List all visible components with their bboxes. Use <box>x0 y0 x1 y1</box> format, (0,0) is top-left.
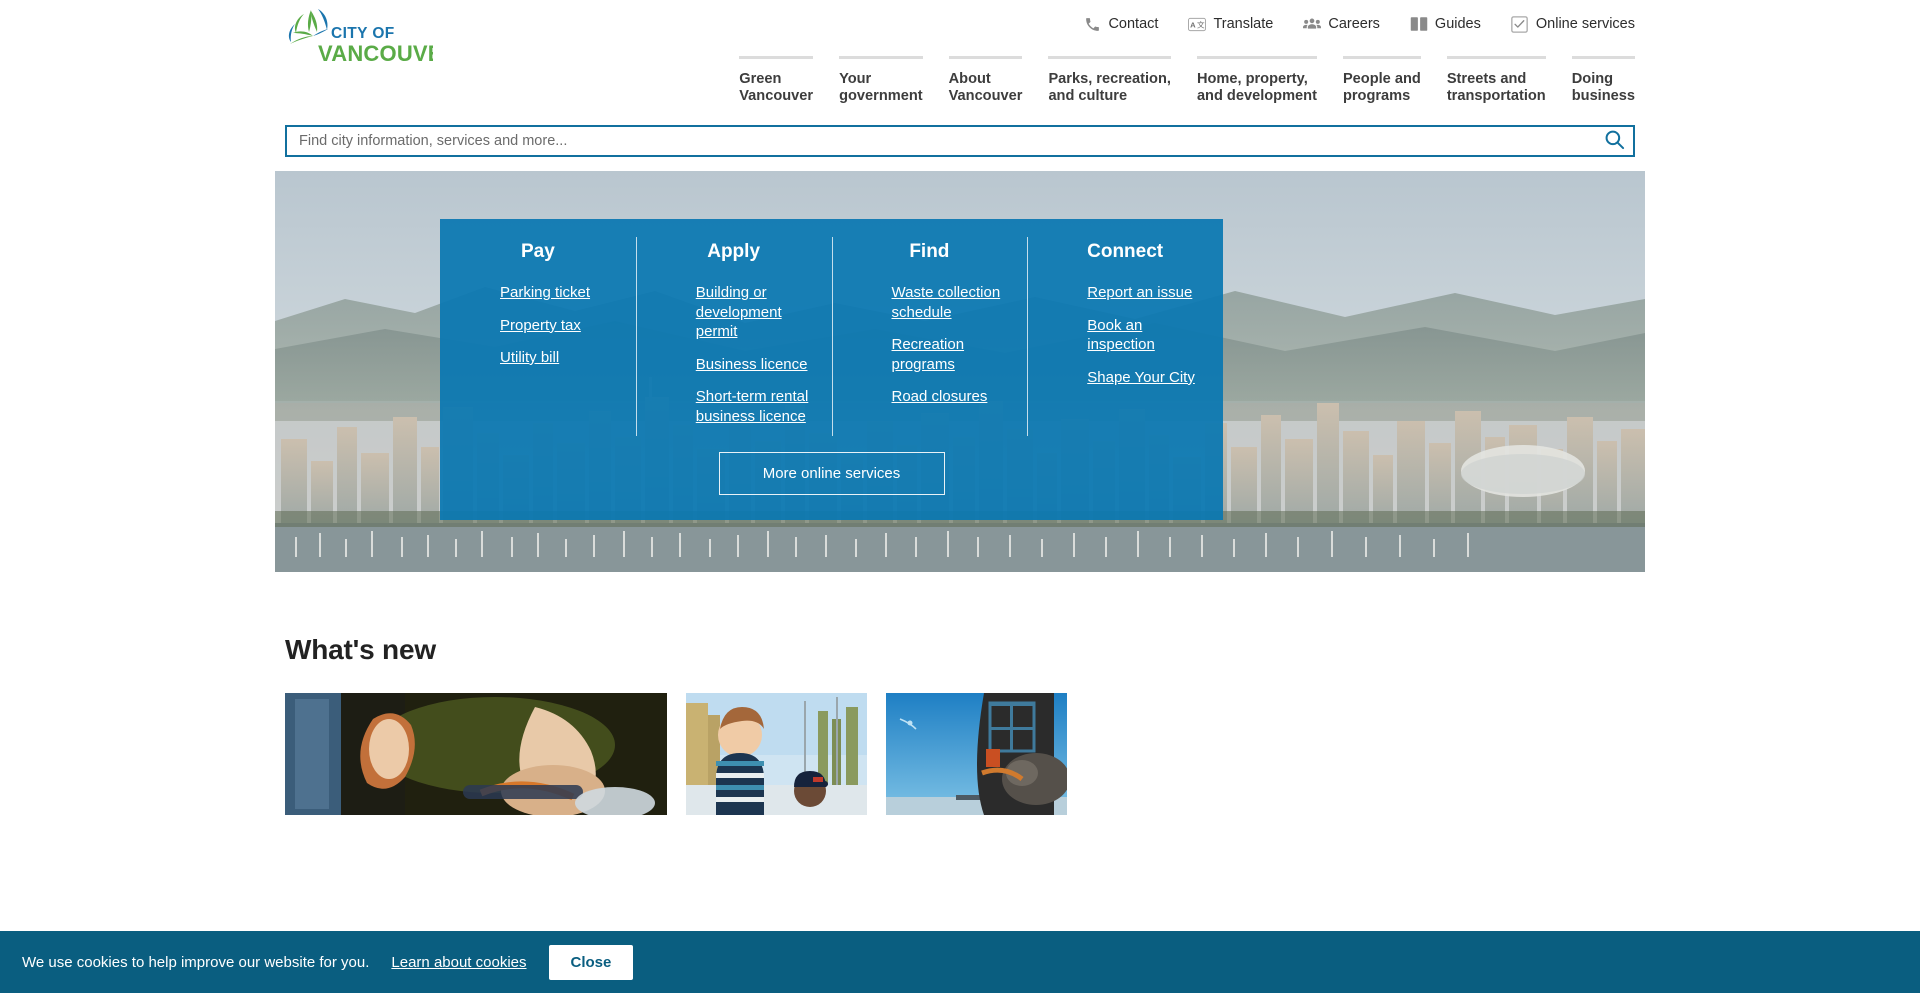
card-image-construction-equipment-blue-sky <box>886 693 1067 815</box>
svg-text:A: A <box>1191 20 1197 29</box>
main-navigation: Green Vancouver Your government About Va… <box>275 56 1645 111</box>
quick-services-column-pay: Pay Parking ticket Property tax Utility … <box>440 241 636 426</box>
utility-label-careers: Careers <box>1328 16 1380 32</box>
phone-icon <box>1083 15 1101 33</box>
nav-item-about-vancouver[interactable]: About Vancouver <box>948 56 1023 111</box>
column-title-find: Find <box>909 241 950 262</box>
whats-new-card-3[interactable] <box>886 693 1067 815</box>
link-waste-collection-schedule[interactable]: Waste collection schedule <box>892 283 1014 322</box>
link-road-closures[interactable]: Road closures <box>892 387 1014 407</box>
utility-label-guides: Guides <box>1434 16 1481 32</box>
utility-item-contact[interactable]: Contact <box>1083 15 1158 33</box>
whats-new-title: What's new <box>285 634 436 665</box>
link-short-term-rental-business-licence[interactable]: Short-term rental business licence <box>696 387 818 426</box>
quick-services-column-connect: Connect Report an issue Book an inspecti… <box>1027 237 1223 436</box>
search-row <box>275 111 1645 157</box>
utility-item-careers[interactable]: Careers <box>1303 15 1380 33</box>
quick-services-panel: Pay Parking ticket Property tax Utility … <box>440 219 1223 520</box>
quick-services-columns: Pay Parking ticket Property tax Utility … <box>440 219 1223 436</box>
nav-label-doing-business: Doing business <box>1571 71 1635 104</box>
card-image-person-cycling-outdoors <box>285 693 667 815</box>
nav-item-people-and-programs[interactable]: People and programs <box>1342 56 1421 111</box>
logo-text-city-of: CITY OF <box>331 25 395 42</box>
whats-new-card-1[interactable] <box>285 693 667 815</box>
learn-about-cookies-link[interactable]: Learn about cookies <box>391 954 526 971</box>
utility-item-online-services[interactable]: Online services <box>1511 15 1635 33</box>
column-links-find: Waste collection schedule Recreation pro… <box>846 283 1014 407</box>
logo-text-vancouver: VANCOUVER <box>318 41 433 66</box>
cookie-banner: We use cookies to help improve our websi… <box>0 931 1920 993</box>
utility-label-online-services: Online services <box>1535 16 1635 32</box>
hero-section: Pay Parking ticket Property tax Utility … <box>275 171 1645 572</box>
utility-label-translate: Translate <box>1213 16 1274 32</box>
quick-services-column-find: Find Waste collection schedule Recreatio… <box>831 237 1028 436</box>
nav-label-home-property-and-development: Home, property, and development <box>1196 71 1317 104</box>
column-links-connect: Report an issue Book an inspection Shape… <box>1041 283 1209 387</box>
column-title-pay: Pay <box>520 241 555 262</box>
nav-item-green-vancouver[interactable]: Green Vancouver <box>739 56 814 111</box>
link-book-an-inspection[interactable]: Book an inspection <box>1087 316 1209 355</box>
cookie-message: We use cookies to help improve our websi… <box>22 953 370 971</box>
translate-icon: A文 <box>1188 15 1207 33</box>
nav-label-people-and-programs: People and programs <box>1342 71 1421 104</box>
people-icon <box>1303 15 1322 33</box>
column-title-connect: Connect <box>1087 241 1164 262</box>
utility-nav: Contact A文 Translate Careers Guides Onli… <box>275 0 1645 48</box>
utility-item-translate[interactable]: A文 Translate <box>1188 15 1273 33</box>
column-links-apply: Building or development permit Business … <box>650 283 818 426</box>
search-box[interactable] <box>285 125 1635 157</box>
search-icon <box>1604 129 1625 153</box>
nav-label-about-vancouver: About Vancouver <box>948 71 1023 104</box>
search-input[interactable] <box>287 127 1595 155</box>
checkbox-tablet-icon <box>1511 15 1529 33</box>
cookie-close-button[interactable]: Close <box>548 944 634 980</box>
nav-item-streets-and-transportation[interactable]: Streets and transportation <box>1446 56 1546 111</box>
link-business-licence[interactable]: Business licence <box>696 355 818 375</box>
card-image-child-in-striped-sweater-outdoors <box>686 693 867 815</box>
whats-new-card-2[interactable] <box>686 693 867 815</box>
nav-label-green-vancouver: Green Vancouver <box>739 71 814 104</box>
city-of-vancouver-logo[interactable]: CITY OF VANCOUVER <box>283 5 433 67</box>
site-header: CITY OF VANCOUVER Contact A文 Translate <box>0 0 1920 157</box>
svg-text:文: 文 <box>1197 19 1205 29</box>
more-online-services-button[interactable]: More online services <box>718 452 945 495</box>
link-property-tax[interactable]: Property tax <box>500 316 622 336</box>
link-recreation-programs[interactable]: Recreation programs <box>892 335 1014 374</box>
whats-new-cards <box>285 693 1635 815</box>
link-report-an-issue[interactable]: Report an issue <box>1087 283 1209 303</box>
quick-services-column-apply: Apply Building or development permit Bus… <box>635 237 832 436</box>
nav-label-streets-and-transportation: Streets and transportation <box>1446 71 1546 104</box>
book-icon <box>1410 15 1428 33</box>
link-utility-bill[interactable]: Utility bill <box>500 348 622 368</box>
link-shape-your-city[interactable]: Shape Your City <box>1087 368 1209 388</box>
nav-item-your-government[interactable]: Your government <box>839 56 923 111</box>
column-title-apply: Apply <box>707 241 761 262</box>
utility-item-guides[interactable]: Guides <box>1410 15 1481 33</box>
whats-new-section: What's new <box>275 634 1645 815</box>
link-building-or-development-permit[interactable]: Building or development permit <box>696 283 818 342</box>
nav-item-doing-business[interactable]: Doing business <box>1571 56 1635 111</box>
nav-item-parks-recreation-and-culture[interactable]: Parks, recreation, and culture <box>1048 56 1171 111</box>
search-submit-button[interactable] <box>1595 127 1633 155</box>
page-root: CITY OF VANCOUVER Contact A文 Translate <box>0 0 1920 993</box>
column-links-pay: Parking ticket Property tax Utility bill <box>454 283 622 368</box>
utility-label-contact: Contact <box>1108 16 1159 32</box>
link-parking-ticket[interactable]: Parking ticket <box>500 283 622 303</box>
nav-label-your-government: Your government <box>839 71 923 104</box>
nav-label-parks-recreation-and-culture: Parks, recreation, and culture <box>1048 71 1171 104</box>
nav-item-home-property-and-development[interactable]: Home, property, and development <box>1196 56 1317 111</box>
